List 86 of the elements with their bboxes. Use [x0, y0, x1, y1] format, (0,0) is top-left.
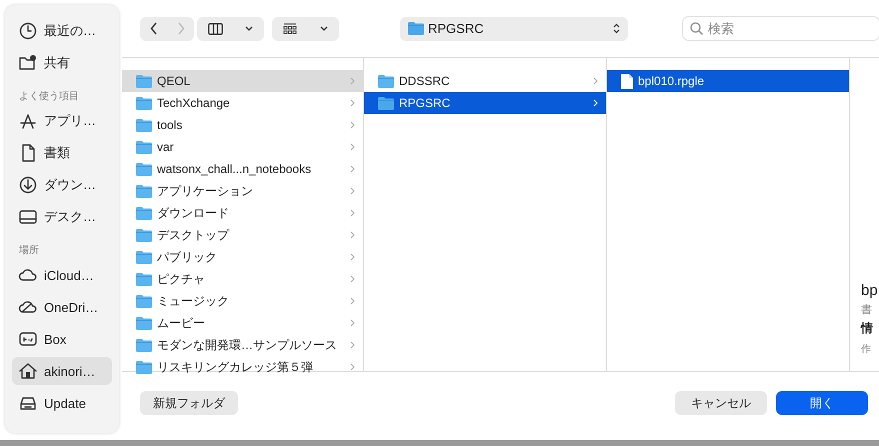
path-popup[interactable]: RPGSRC: [400, 16, 628, 40]
folder-row[interactable]: リスキリングカレッジ第５弾: [122, 356, 363, 378]
folder-icon: [136, 118, 152, 132]
chevron-icon: [350, 231, 355, 239]
folder-row[interactable]: デスクトップ: [122, 224, 363, 246]
folder-icon: [136, 360, 152, 374]
info-heading: 情: [861, 320, 874, 337]
new-folder-button[interactable]: 新規フォルダ: [140, 391, 238, 415]
section-heading: 場所: [19, 244, 40, 257]
chevron-icon: [350, 341, 355, 349]
folder-icon: [136, 338, 152, 352]
folder-icon: [378, 96, 394, 110]
section-heading: よく使う項目: [19, 90, 80, 103]
open-button[interactable]: 開く: [776, 391, 868, 415]
back-icon[interactable]: [150, 22, 158, 35]
clock-icon: [18, 21, 38, 41]
chevron-icon: [350, 253, 355, 261]
sidebar-item[interactable]: 書類: [12, 139, 112, 167]
folder-icon: [136, 162, 152, 176]
file-icon: [621, 74, 633, 88]
folder-row[interactable]: モダンな開発環…サンプルソース: [122, 334, 363, 356]
folder-row[interactable]: TechXchange: [122, 92, 363, 114]
sidebar-item[interactable]: 最近の…: [12, 17, 112, 45]
sidebar-item[interactable]: akinori…: [12, 357, 112, 385]
path-label: RPGSRC: [428, 21, 485, 36]
folder-icon: [136, 228, 152, 242]
group-button[interactable]: [272, 16, 339, 40]
chevron-icon: [593, 77, 598, 85]
sidebar-item[interactable]: Box: [12, 325, 112, 353]
chevron-icon: [350, 187, 355, 195]
folder-row[interactable]: ピクチャ: [122, 268, 363, 290]
created-label: 作: [861, 343, 872, 356]
sidebar-item[interactable]: デスク…: [12, 203, 112, 231]
folder-row[interactable]: RPGSRC: [364, 92, 606, 114]
chevron-icon: [350, 99, 355, 107]
chevron-icon: [593, 99, 598, 107]
chevron-icon: [350, 297, 355, 305]
folder-row[interactable]: tools: [122, 114, 363, 136]
caret-icon: [245, 26, 253, 31]
chevron-icon: [350, 77, 355, 85]
folder-icon: [136, 272, 152, 286]
folder-row[interactable]: アプリケーション: [122, 180, 363, 202]
columns-icon: [208, 22, 223, 34]
folder-row[interactable]: ミュージック: [122, 290, 363, 312]
folder-icon: [136, 316, 152, 330]
folder-icon: [378, 74, 394, 88]
chevron-icon: [350, 209, 355, 217]
sidebar-item[interactable]: 共有: [12, 49, 112, 77]
sidebar-item[interactable]: OneDri…: [12, 293, 112, 321]
sidebar-item[interactable]: Update: [12, 389, 112, 417]
search-field[interactable]: 検索: [682, 16, 879, 41]
folder-icon: [136, 74, 152, 88]
chevron-icon: [350, 165, 355, 173]
chevron-icon: [350, 319, 355, 327]
folder-row[interactable]: パブリック: [122, 246, 363, 268]
folder-row[interactable]: ダウンロード: [122, 202, 363, 224]
preview-file-name: bp: [861, 282, 879, 301]
preview-file-kind: 書: [861, 303, 873, 318]
file-row[interactable]: bpl010.rpgle: [607, 70, 849, 92]
folder-icon: [136, 294, 152, 308]
folder-row[interactable]: var: [122, 136, 363, 158]
folder-icon: [408, 22, 424, 35]
download-icon: [18, 175, 38, 195]
folder-row[interactable]: DDSSRC: [364, 70, 606, 92]
chevron-icon: [350, 363, 355, 371]
updown-chevron-icon: [613, 23, 620, 34]
folder-icon: [136, 250, 152, 264]
folder-icon: [136, 96, 152, 110]
search-icon: [690, 22, 703, 35]
folder-row[interactable]: ムービー: [122, 312, 363, 334]
folder-icon: [136, 184, 152, 198]
view-mode-button[interactable]: [197, 16, 264, 40]
cancel-button[interactable]: キャンセル: [675, 391, 767, 415]
sidebar-item[interactable]: iCloud…: [12, 261, 112, 289]
folder-row[interactable]: watsonx_chall...n_notebooks: [122, 158, 363, 180]
sidebar-item[interactable]: ダウン…: [12, 171, 112, 199]
folder-icon: [136, 140, 152, 154]
chevron-icon: [350, 121, 355, 129]
folder-icon: [136, 206, 152, 220]
grid-icon: [283, 22, 298, 34]
chevron-icon: [350, 143, 355, 151]
sidebar-item[interactable]: アプリ…: [12, 107, 112, 135]
folder-row[interactable]: QEOL: [122, 70, 363, 92]
house-icon: [18, 361, 38, 381]
chevron-icon: [350, 275, 355, 283]
caret-icon: [320, 26, 328, 31]
